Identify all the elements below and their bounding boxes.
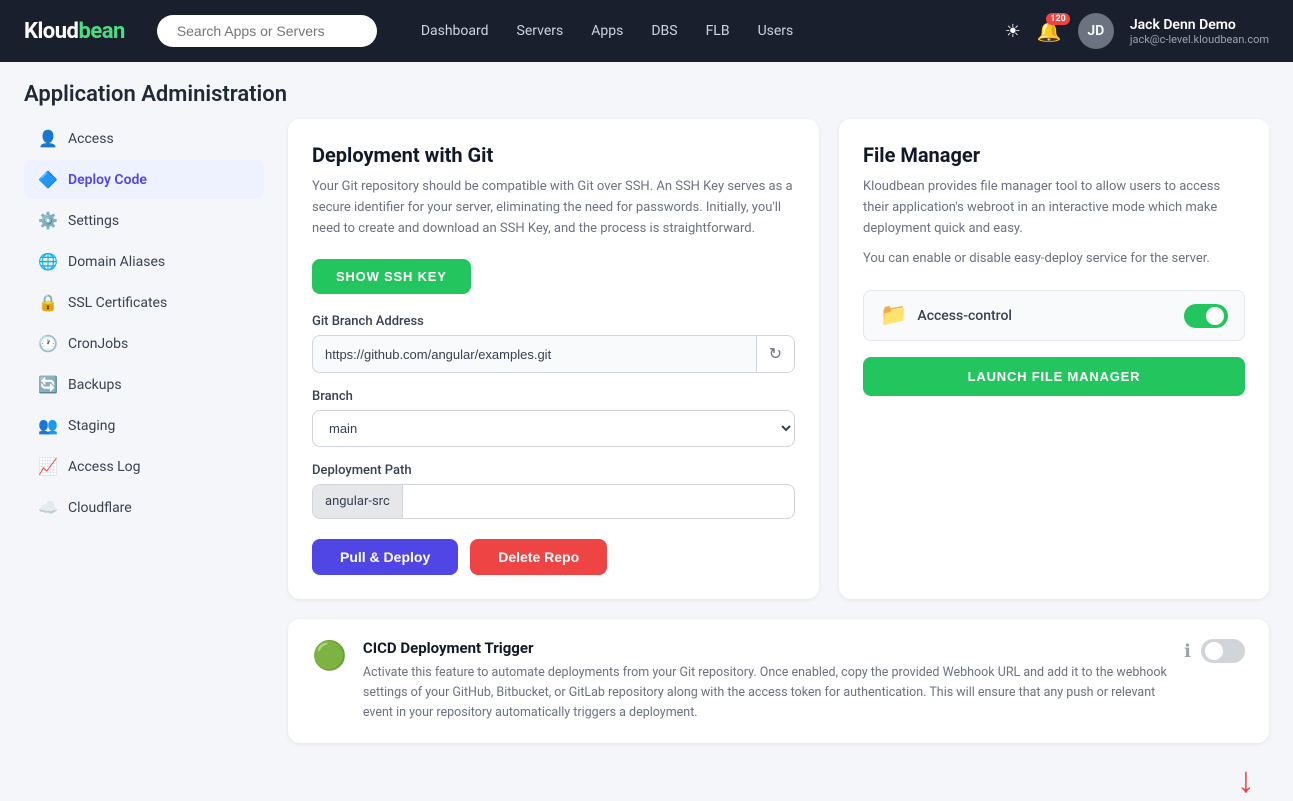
file-manager-card: File Manager Kloudbean provides file man… — [839, 119, 1269, 599]
launch-file-manager-button[interactable]: LAUNCH FILE MANAGER — [863, 357, 1245, 396]
sidebar-item-ssl-certificates[interactable]: 🔒 SSL Certificates — [24, 283, 264, 322]
delete-repo-button[interactable]: Delete Repo — [470, 539, 607, 575]
settings-icon: ⚙️ — [38, 211, 58, 230]
avatar[interactable]: JD — [1078, 13, 1114, 49]
main-content: Deployment with Git Your Git repository … — [288, 119, 1269, 743]
branch-label: Branch — [312, 389, 795, 404]
navbar-right: ☀ 🔔 120 JD Jack Denn Demo jack@c-level.k… — [1005, 13, 1269, 49]
sidebar-label-backups: Backups — [68, 377, 122, 393]
cicd-icon: 🟢 — [312, 639, 347, 672]
cicd-body: CICD Deployment Trigger Activate this fe… — [363, 639, 1168, 723]
sidebar-item-settings[interactable]: ⚙️ Settings — [24, 201, 264, 240]
notifications-bell[interactable]: 🔔 120 — [1037, 19, 1062, 43]
user-email: jack@c-level.kloudbean.com — [1130, 33, 1269, 46]
sidebar: 👤 Access 🔷 Deploy Code ⚙️ Settings 🌐 Dom… — [24, 119, 264, 743]
sidebar-item-domain-aliases[interactable]: 🌐 Domain Aliases — [24, 242, 264, 281]
deploy-card-desc: Your Git repository should be compatible… — [312, 177, 795, 239]
git-branch-input-wrapper: ↻ — [312, 335, 795, 373]
sidebar-label-settings: Settings — [68, 213, 119, 229]
deploy-card: Deployment with Git Your Git repository … — [288, 119, 819, 599]
access-control-toggle[interactable] — [1184, 304, 1228, 328]
theme-toggle-icon[interactable]: ☀ — [1005, 21, 1021, 42]
deploy-card-title: Deployment with Git — [312, 143, 795, 167]
access-control-label: Access-control — [917, 308, 1174, 324]
staging-icon: 👥 — [38, 416, 58, 435]
deployment-path-label: Deployment Path — [312, 463, 795, 478]
nav-servers[interactable]: Servers — [517, 23, 564, 39]
cicd-desc: Activate this feature to automate deploy… — [363, 663, 1168, 723]
file-manager-desc1: Kloudbean provides file manager tool to … — [863, 177, 1245, 239]
sidebar-label-cloudflare: Cloudflare — [68, 500, 132, 516]
deployment-path-input[interactable] — [403, 485, 794, 518]
refresh-git-button[interactable]: ↻ — [756, 336, 794, 372]
logo: Kloudbean — [24, 19, 125, 44]
git-branch-input[interactable] — [313, 338, 756, 371]
sidebar-label-deploy-code: Deploy Code — [68, 172, 147, 188]
file-manager-title: File Manager — [863, 143, 1245, 167]
backups-icon: 🔄 — [38, 375, 58, 394]
nav-flb[interactable]: FLB — [706, 23, 730, 39]
cicd-title: CICD Deployment Trigger — [363, 639, 1168, 657]
logo-accent: bean — [78, 19, 124, 44]
navbar: Kloudbean Dashboard Servers Apps DBS FLB… — [0, 0, 1293, 62]
sidebar-item-access[interactable]: 👤 Access — [24, 119, 264, 158]
sidebar-item-deploy-code[interactable]: 🔷 Deploy Code — [24, 160, 264, 199]
sidebar-item-staging[interactable]: 👥 Staging — [24, 406, 264, 445]
access-log-icon: 📈 — [38, 457, 58, 476]
file-manager-desc2: You can enable or disable easy-deploy se… — [863, 249, 1245, 270]
arrow-down-indicator: ↓ — [1237, 762, 1255, 798]
cloudflare-icon: ☁️ — [38, 498, 58, 517]
domain-icon: 🌐 — [38, 252, 58, 271]
sidebar-label-ssl-certificates: SSL Certificates — [68, 295, 167, 311]
git-branch-label: Git Branch Address — [312, 314, 795, 329]
sidebar-item-cloudflare[interactable]: ☁️ Cloudflare — [24, 488, 264, 527]
folder-icon: 📁 — [880, 303, 907, 328]
branch-select[interactable]: main master develop staging — [312, 410, 795, 447]
notification-count: 120 — [1046, 13, 1070, 25]
deployment-path-wrapper: angular-src — [312, 484, 795, 519]
sidebar-label-staging: Staging — [68, 418, 115, 434]
nav-dashboard[interactable]: Dashboard — [421, 23, 489, 39]
sidebar-item-backups[interactable]: 🔄 Backups — [24, 365, 264, 404]
info-icon[interactable]: ℹ — [1184, 641, 1191, 662]
sidebar-label-access-log: Access Log — [68, 459, 141, 475]
cron-icon: 🕐 — [38, 334, 58, 353]
nav-dbs[interactable]: DBS — [651, 23, 677, 39]
user-name: Jack Denn Demo — [1130, 17, 1269, 33]
sidebar-label-access: Access — [68, 131, 114, 147]
nav-apps[interactable]: Apps — [591, 23, 623, 39]
sidebar-item-access-log[interactable]: 📈 Access Log — [24, 447, 264, 486]
sidebar-label-cron-jobs: CronJobs — [68, 336, 128, 352]
show-ssh-key-button[interactable]: SHOW SSH KEY — [312, 259, 471, 294]
access-icon: 👤 — [38, 129, 58, 148]
ssl-icon: 🔒 — [38, 293, 58, 312]
pull-deploy-button[interactable]: Pull & Deploy — [312, 539, 458, 575]
cicd-controls: ℹ — [1184, 639, 1245, 663]
deploy-code-icon: 🔷 — [38, 170, 58, 189]
navbar-links: Dashboard Servers Apps DBS FLB Users — [421, 23, 973, 39]
user-info: Jack Denn Demo jack@c-level.kloudbean.co… — [1130, 17, 1269, 46]
page-title: Application Administration — [24, 82, 1269, 107]
search-input[interactable] — [157, 15, 377, 47]
sidebar-item-cron-jobs[interactable]: 🕐 CronJobs — [24, 324, 264, 363]
nav-users[interactable]: Users — [758, 23, 794, 39]
access-control-toggle-row: 📁 Access-control — [863, 290, 1245, 341]
path-prefix: angular-src — [313, 485, 403, 518]
cicd-toggle[interactable] — [1201, 639, 1245, 663]
sidebar-label-domain-aliases: Domain Aliases — [68, 254, 165, 270]
